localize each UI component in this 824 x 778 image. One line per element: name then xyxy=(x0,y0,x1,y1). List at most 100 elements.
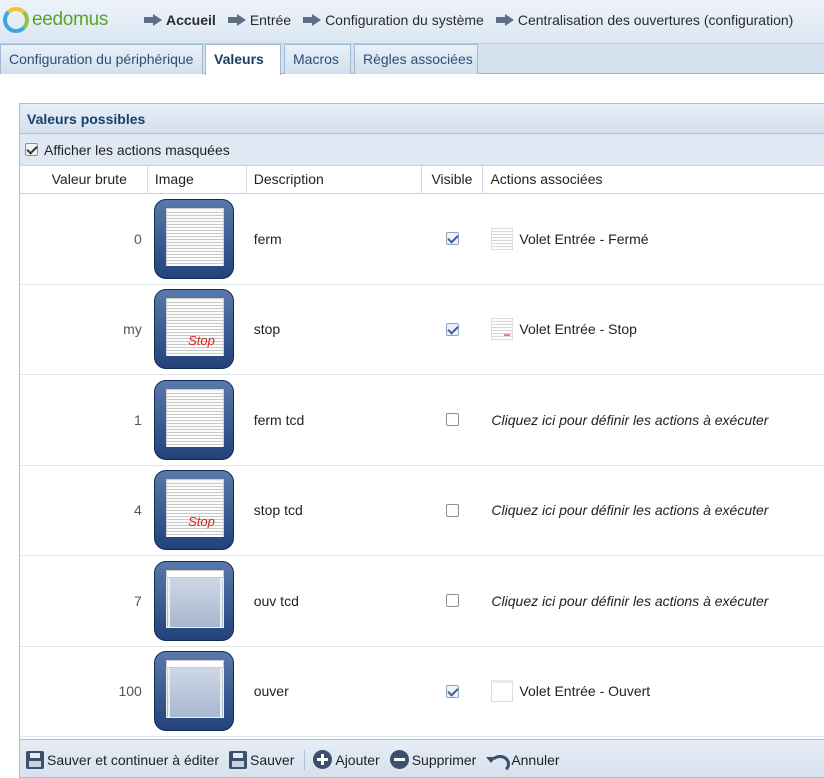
show-hidden-actions-checkbox[interactable] xyxy=(25,143,38,156)
visible-cell xyxy=(422,194,484,284)
shutter-closed-thumbnail-icon xyxy=(491,227,514,250)
column-header-visible[interactable]: Visible xyxy=(422,166,484,194)
action-label: Volet Entrée - Fermé xyxy=(519,230,649,247)
tab-regles[interactable]: Règles associées xyxy=(354,44,478,74)
arrow-right-icon xyxy=(227,14,246,26)
breadcrumb-item-configuration[interactable]: Configuration du système xyxy=(303,12,484,28)
breadcrumb-item-entree[interactable]: Entrée xyxy=(227,12,292,28)
logo-text: eedomus xyxy=(32,9,109,30)
raw-value[interactable]: 1 xyxy=(20,375,148,465)
associated-action[interactable]: Volet Entrée - Stop xyxy=(483,285,824,375)
floppy-disk-icon xyxy=(26,750,44,769)
description[interactable]: stop tcd xyxy=(247,466,422,556)
raw-value[interactable]: 0 xyxy=(20,194,148,284)
table-header: Valeur brute Image Description Visible A… xyxy=(20,166,824,194)
arrow-right-icon xyxy=(144,14,162,26)
description[interactable]: ferm tcd xyxy=(247,375,422,465)
column-header-image[interactable]: Image xyxy=(148,166,247,194)
eedomus-logo[interactable]: eedomus xyxy=(3,7,108,33)
stop-text: Stop xyxy=(188,514,215,530)
visible-checkbox[interactable] xyxy=(445,413,459,427)
raw-value[interactable]: 7 xyxy=(20,556,148,646)
raw-value[interactable]: my xyxy=(20,285,148,375)
visible-cell xyxy=(422,375,484,465)
shutter-closed-icon[interactable] xyxy=(153,198,234,279)
panel-title: Valeurs possibles xyxy=(20,104,824,134)
associated-action[interactable]: Volet Entrée - Fermé xyxy=(483,194,824,284)
table-row[interactable]: 1 ferm tcd Cliquez ici pour définir les … xyxy=(20,375,824,466)
description[interactable]: ferm xyxy=(247,194,422,284)
associated-action[interactable]: Volet Entrée - Ouvert xyxy=(483,647,824,737)
save-button[interactable]: Sauver xyxy=(229,750,294,769)
table-row[interactable]: 100 ouver Volet Entrée - Ouvert xyxy=(20,647,824,737)
breadcrumb-item-accueil[interactable]: Accueil xyxy=(144,12,216,28)
undo-icon xyxy=(486,752,511,773)
action-label: Volet Entrée - Ouvert xyxy=(519,683,651,700)
add-button[interactable]: Ajouter xyxy=(313,750,380,769)
description[interactable]: stop xyxy=(247,285,422,375)
image-cell: Stop xyxy=(148,466,247,556)
visible-cell xyxy=(422,556,484,646)
shutter-stop-thumbnail-icon xyxy=(491,318,514,341)
image-cell xyxy=(148,647,247,737)
breadcrumb-item-centralisation[interactable]: Centralisation des ouvertures (configura… xyxy=(495,12,794,28)
bottom-toolbar: Sauver et continuer à éditer Sauver Ajou… xyxy=(20,739,824,777)
breadcrumb-label: Configuration du système xyxy=(325,12,484,28)
column-header-description[interactable]: Description xyxy=(247,166,422,194)
visible-checkbox[interactable] xyxy=(445,232,459,246)
visible-checkbox[interactable] xyxy=(445,503,459,517)
breadcrumb-label: Entrée xyxy=(249,12,292,28)
image-cell xyxy=(148,375,247,465)
action-label: Volet Entrée - Stop xyxy=(519,321,637,338)
visible-cell xyxy=(422,466,484,556)
define-actions-link[interactable]: Cliquez ici pour définir les actions à e… xyxy=(491,593,768,609)
shutter-open-icon[interactable] xyxy=(153,560,234,641)
plus-icon xyxy=(313,750,333,769)
column-header-actions[interactable]: Actions associées xyxy=(483,166,824,194)
save-and-continue-button[interactable]: Sauver et continuer à éditer xyxy=(26,750,219,769)
tab-bar: Configuration du périphérique Valeurs Ma… xyxy=(0,44,824,75)
cancel-button[interactable]: Annuler xyxy=(486,752,560,773)
define-actions-link[interactable]: Cliquez ici pour définir les actions à e… xyxy=(491,412,768,428)
floppy-disk-icon xyxy=(229,750,247,769)
description[interactable]: ouv tcd xyxy=(247,556,422,646)
associated-action[interactable]: Cliquez ici pour définir les actions à e… xyxy=(483,466,824,556)
table-row[interactable]: 4 Stop stop tcd Cliquez ici pour définir… xyxy=(20,466,824,556)
logo-ring-icon xyxy=(3,7,29,33)
save-and-continue-label: Sauver et continuer à éditer xyxy=(47,751,219,768)
values-panel: Valeurs possibles Afficher les actions m… xyxy=(19,103,824,778)
table-row[interactable]: 7 ouv tcd Cliquez ici pour définir les a… xyxy=(20,556,824,647)
column-header-raw-value[interactable]: Valeur brute xyxy=(20,166,148,194)
arrow-right-icon xyxy=(495,14,514,26)
raw-value[interactable]: 100 xyxy=(20,647,148,737)
visible-checkbox[interactable] xyxy=(445,322,459,336)
show-hidden-actions-row: Afficher les actions masquées xyxy=(20,134,824,166)
table-row[interactable]: my Stop stop Volet Entrée - Stop xyxy=(20,285,824,375)
delete-label: Supprimer xyxy=(411,751,477,768)
shutter-stop-icon[interactable]: Stop xyxy=(153,289,234,370)
tab-configuration[interactable]: Configuration du périphérique xyxy=(0,44,203,74)
tab-macros[interactable]: Macros xyxy=(284,44,351,74)
image-cell: Stop xyxy=(148,285,247,375)
breadcrumb-label: Centralisation des ouvertures (configura… xyxy=(517,12,794,28)
show-hidden-actions-label: Afficher les actions masquées xyxy=(44,141,230,158)
raw-value[interactable]: 4 xyxy=(20,466,148,556)
shutter-closed-icon[interactable] xyxy=(153,379,234,460)
shutter-open-icon[interactable] xyxy=(153,651,234,732)
image-cell xyxy=(148,556,247,646)
visible-checkbox[interactable] xyxy=(445,594,459,608)
breadcrumb-label: Accueil xyxy=(166,12,216,28)
define-actions-link[interactable]: Cliquez ici pour définir les actions à e… xyxy=(491,502,768,518)
description[interactable]: ouver xyxy=(247,647,422,737)
tab-valeurs[interactable]: Valeurs xyxy=(205,44,281,75)
minus-icon xyxy=(389,750,409,769)
shutter-stop-icon[interactable]: Stop xyxy=(153,470,234,551)
toolbar-separator xyxy=(304,749,306,770)
table-row[interactable]: 0 ferm Volet Entrée - Fermé xyxy=(20,194,824,285)
associated-action[interactable]: Cliquez ici pour définir les actions à e… xyxy=(483,556,824,646)
top-bar: eedomus Accueil Entrée Configuration du … xyxy=(0,0,824,44)
visible-cell xyxy=(422,647,484,737)
delete-button[interactable]: Supprimer xyxy=(389,750,477,769)
associated-action[interactable]: Cliquez ici pour définir les actions à e… xyxy=(483,375,824,465)
visible-checkbox[interactable] xyxy=(445,684,459,698)
